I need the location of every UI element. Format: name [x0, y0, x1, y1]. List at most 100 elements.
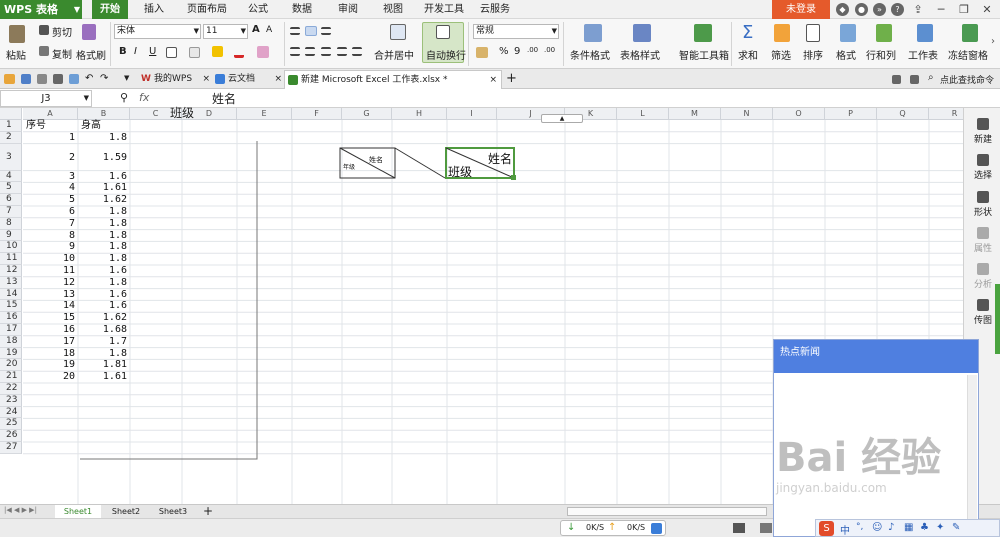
cell-a12[interactable]: 11	[23, 265, 75, 277]
collapse-formula-icon[interactable]: ▲	[541, 114, 583, 123]
cell-b11[interactable]: 1.8	[78, 253, 127, 265]
zoom-icon[interactable]: ⚲	[120, 91, 128, 104]
tab-data[interactable]: 数据	[287, 0, 317, 19]
tab-home[interactable]: 开始	[92, 0, 128, 19]
cell-a1-header[interactable]: 序号	[26, 120, 46, 132]
align-top-icon[interactable]	[290, 27, 300, 35]
align-middle-icon[interactable]	[305, 26, 317, 36]
sheet-nav-icon[interactable]: |◀ ◀ ▶ ▶|	[4, 506, 37, 514]
cell-b19[interactable]: 1.8	[78, 348, 127, 360]
login-button[interactable]: 未登录	[772, 0, 830, 19]
font-shrink-button[interactable]: A	[266, 25, 272, 35]
cell-a7[interactable]: 6	[23, 206, 75, 218]
tab-view[interactable]: 视图	[378, 0, 408, 19]
fx-button[interactable]: fx	[139, 91, 149, 104]
tools-icon[interactable]: ✦	[936, 522, 944, 533]
cell-a13[interactable]: 12	[23, 277, 75, 289]
news-scrollbar[interactable]	[967, 375, 977, 525]
tab-formulas[interactable]: 公式	[243, 0, 273, 19]
cell-a15[interactable]: 14	[23, 300, 75, 312]
cell-b10[interactable]: 1.8	[78, 241, 127, 253]
cell-b3[interactable]: 1.59	[78, 152, 127, 164]
formula-value-top[interactable]: 姓名	[212, 90, 236, 107]
percent-button[interactable]: %	[499, 46, 509, 57]
cell-b7[interactable]: 1.8	[78, 206, 127, 218]
close-icon[interactable]: ×	[489, 71, 497, 89]
sort-button[interactable]: 排序	[803, 47, 823, 62]
cell-a4[interactable]: 3	[23, 171, 75, 183]
sidebar-new-button[interactable]: 新建	[967, 118, 999, 145]
normal-view-icon[interactable]	[733, 523, 745, 533]
cut-button[interactable]: 剪切	[52, 24, 72, 39]
cell-b21[interactable]: 1.61	[78, 371, 127, 383]
cell-b14[interactable]: 1.6	[78, 289, 127, 301]
wrench-icon[interactable]: ✎	[952, 522, 960, 533]
currency-icon[interactable]	[476, 47, 488, 58]
worksheet-button[interactable]: 工作表	[908, 47, 938, 62]
table-style-button[interactable]: 表格样式	[620, 47, 660, 62]
align-bottom-icon[interactable]	[321, 27, 331, 35]
smart-toolbox-button[interactable]: 智能工具箱	[679, 47, 729, 62]
justify-icon[interactable]	[337, 47, 347, 56]
freeze-button[interactable]: 冻结窗格	[948, 47, 988, 62]
cell-a3[interactable]: 2	[23, 152, 75, 164]
border-icon[interactable]	[166, 47, 177, 58]
search-command-input[interactable]: 点此查找命令	[940, 73, 994, 86]
help-icon[interactable]: ?	[891, 3, 904, 16]
sheet-tab-3[interactable]: Sheet3	[151, 505, 195, 519]
cell-a2[interactable]: 1	[23, 132, 75, 144]
cell-a20[interactable]: 19	[23, 359, 75, 371]
keyboard-icon[interactable]: ▦	[904, 522, 913, 533]
cell-a11[interactable]: 10	[23, 253, 75, 265]
cell-a16[interactable]: 15	[23, 312, 75, 324]
cond-format-button[interactable]: 条件格式	[570, 47, 610, 62]
paste-button[interactable]: 粘贴	[6, 47, 26, 62]
page-view-icon[interactable]	[760, 523, 772, 533]
italic-button[interactable]: I	[134, 46, 137, 57]
undo-icon[interactable]: ↶	[85, 73, 93, 84]
tab-cloud-docs[interactable]: 云文档 ×	[212, 70, 282, 89]
merge-style-icon[interactable]	[189, 47, 200, 58]
cell-b6[interactable]: 1.62	[78, 194, 127, 206]
tab-developer[interactable]: 开发工具	[422, 0, 466, 19]
font-name-select[interactable]: 宋体 ▼	[114, 24, 201, 39]
menu-icon[interactable]	[910, 75, 919, 84]
cell-a8[interactable]: 7	[23, 218, 75, 230]
cell-b17[interactable]: 1.68	[78, 324, 127, 336]
mic-icon[interactable]: ♪	[888, 522, 894, 533]
number-format-select[interactable]: 常规 ▼	[473, 24, 559, 39]
cell-b16[interactable]: 1.62	[78, 312, 127, 324]
cell-a10[interactable]: 9	[23, 241, 75, 253]
close-icon[interactable]: ×	[274, 70, 282, 88]
chevron-down-icon[interactable]: ▼	[124, 74, 129, 82]
maximize-icon[interactable]: ❐	[953, 2, 975, 17]
sogou-icon[interactable]: S	[819, 521, 834, 536]
bold-button[interactable]: B	[119, 46, 127, 57]
cell-b9[interactable]: 1.8	[78, 230, 127, 242]
tab-current-workbook[interactable]: 新建 Microsoft Excel 工作表.xlsx * ×	[284, 70, 502, 89]
ime-chinese-icon[interactable]: 中	[840, 522, 850, 537]
network-speed-widget[interactable]: ↓ 0K/S ↑ 0K/S	[560, 520, 666, 536]
skin-shirt-icon[interactable]: ♣	[920, 522, 929, 533]
cell-b13[interactable]: 1.8	[78, 277, 127, 289]
sum-button[interactable]: 求和	[738, 47, 758, 62]
preview-icon[interactable]	[69, 74, 79, 84]
decrease-decimal-button[interactable]: .00	[544, 46, 555, 54]
font-color-icon[interactable]	[234, 45, 244, 58]
merge-center-button[interactable]: 合并居中	[374, 47, 414, 62]
chevron-right-icon[interactable]: ›	[991, 36, 995, 47]
tab-review[interactable]: 审阅	[333, 0, 363, 19]
filter-button[interactable]: 筛选	[771, 47, 791, 62]
minimize-icon[interactable]: ─	[930, 2, 952, 17]
name-box[interactable]: J3 ▼	[0, 90, 92, 107]
skin-icon[interactable]: ◆	[836, 3, 849, 16]
horizontal-scrollbar[interactable]	[567, 507, 767, 516]
message-icon[interactable]	[892, 75, 901, 84]
cell-b8[interactable]: 1.8	[78, 218, 127, 230]
row-col-button[interactable]: 行和列	[866, 47, 896, 62]
pane-toggle-handle[interactable]	[995, 284, 1000, 354]
export-icon[interactable]	[37, 74, 47, 84]
cell-b18[interactable]: 1.7	[78, 336, 127, 348]
cell-b20[interactable]: 1.81	[78, 359, 127, 371]
sidebar-select-button[interactable]: 选择	[967, 154, 999, 181]
